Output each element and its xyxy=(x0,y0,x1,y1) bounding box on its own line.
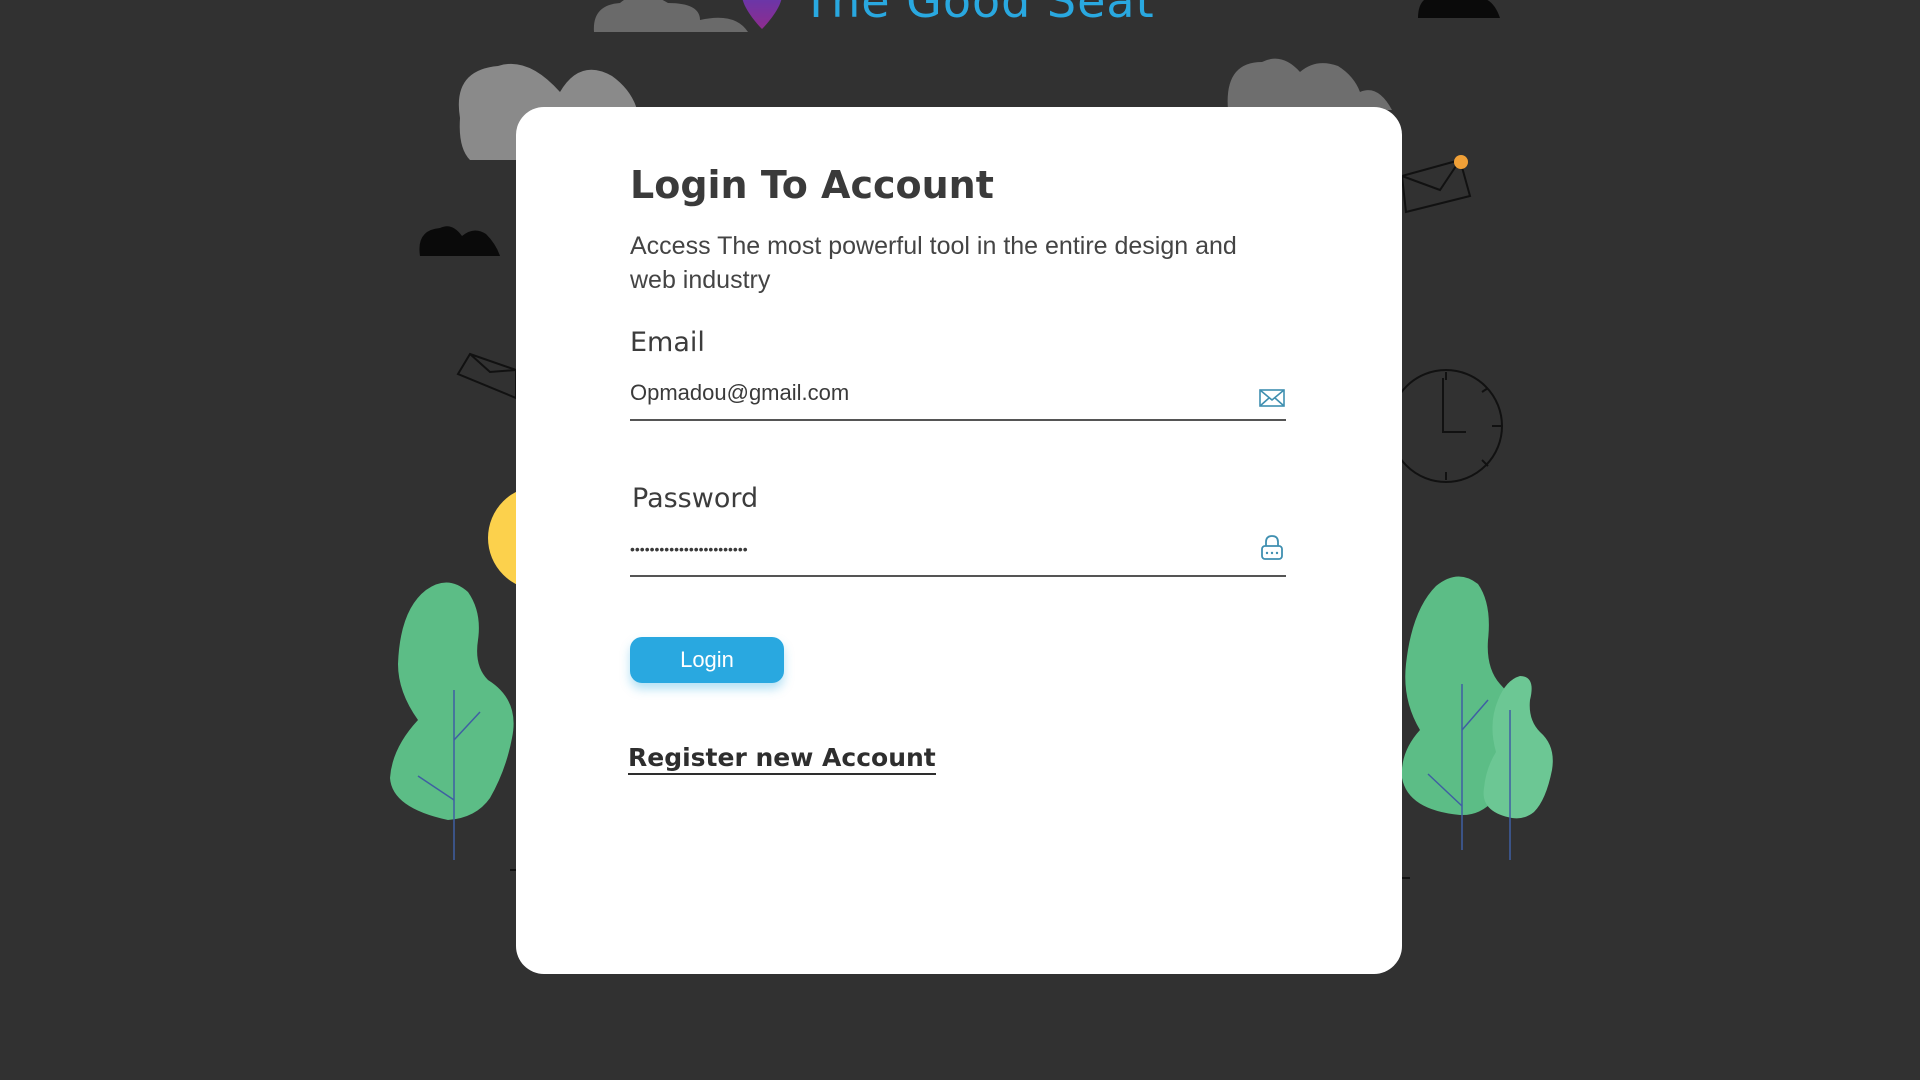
brand-name: The Good Seat xyxy=(802,0,1155,28)
tree-icon xyxy=(1401,576,1553,860)
notification-dot xyxy=(1454,155,1468,169)
envelope-icon xyxy=(1259,389,1285,407)
email-input[interactable] xyxy=(630,375,1230,411)
brand-header: The Good Seat xyxy=(740,0,1155,36)
cloud-icon xyxy=(1418,0,1500,18)
cloud-icon xyxy=(593,0,748,32)
password-label: Password xyxy=(632,483,759,514)
tree-icon xyxy=(390,582,514,860)
login-button[interactable]: Login xyxy=(630,637,784,683)
password-input[interactable] xyxy=(630,531,1230,567)
lock-icon xyxy=(1261,535,1283,560)
cloud-icon xyxy=(419,226,500,256)
location-pin-icon xyxy=(742,0,782,29)
envelope-decor-icon xyxy=(456,352,517,400)
email-label: Email xyxy=(630,327,705,358)
clock-icon xyxy=(1389,369,1503,483)
cloud-icon xyxy=(1227,58,1392,110)
login-card: Login To Account Access The most powerfu… xyxy=(516,107,1402,974)
page-subtitle: Access The most powerful tool in the ent… xyxy=(630,232,1237,294)
register-link[interactable]: Register new Account xyxy=(628,743,936,775)
page-title: Login To Account xyxy=(630,163,994,207)
password-field xyxy=(630,527,1286,577)
email-field xyxy=(630,371,1286,421)
